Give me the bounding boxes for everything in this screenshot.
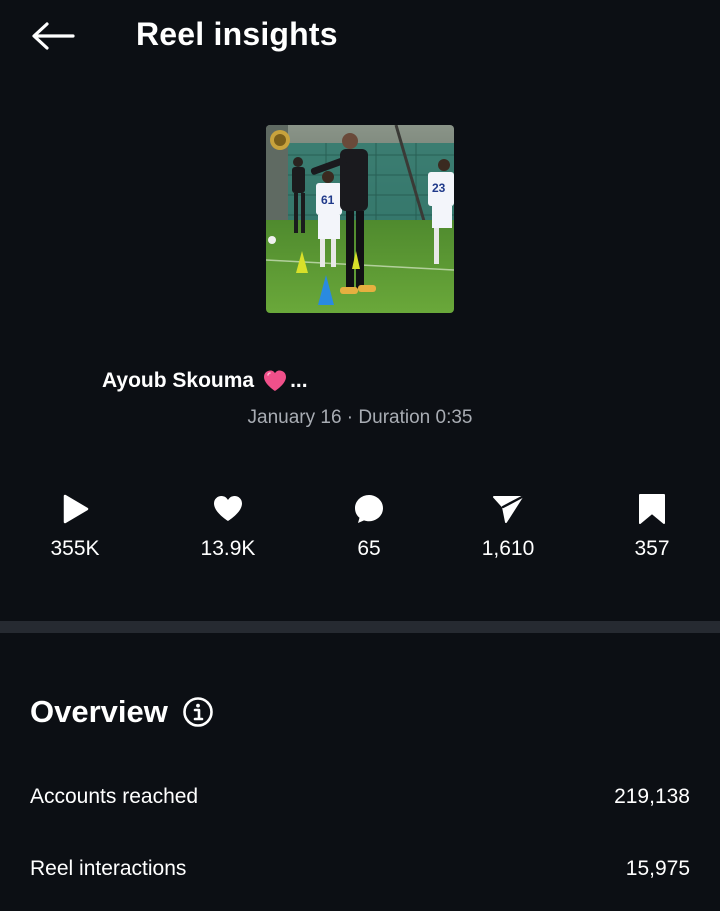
reel-date-duration: January 16 · Duration 0:35 xyxy=(0,405,720,431)
reel-thumbnail-image: 61 23 xyxy=(266,125,454,313)
svg-text:61: 61 xyxy=(321,193,335,207)
metric-likes[interactable]: 13.9K xyxy=(168,488,288,578)
stat-value: 219,138 xyxy=(614,785,690,808)
stat-label: Reel interactions xyxy=(30,857,187,880)
top-bar: Reel insights xyxy=(0,0,720,72)
pink-heart-icon xyxy=(262,369,288,393)
page-title: Reel insights xyxy=(136,16,338,52)
share-icon xyxy=(493,495,524,523)
play-icon xyxy=(63,494,89,524)
stat-value: 15,975 xyxy=(625,857,690,880)
metric-shares-value: 1,610 xyxy=(481,537,535,560)
overview-heading: Overview xyxy=(30,694,168,729)
svg-text:23: 23 xyxy=(432,181,446,195)
bookmark-icon xyxy=(639,494,665,524)
reel-meta-text: January 16 · Duration 0:35 xyxy=(247,407,473,428)
metric-comments-value: 65 xyxy=(357,537,381,560)
overview-info-button[interactable] xyxy=(182,696,214,728)
metric-saves-value: 357 xyxy=(634,537,670,560)
stat-row-accounts-reached[interactable]: Accounts reached 219,138 xyxy=(0,775,720,819)
engagement-metrics: 355K 13.9K 65 1,610 357 xyxy=(0,488,720,578)
metric-saves[interactable]: 357 xyxy=(592,488,712,578)
info-icon xyxy=(183,697,213,727)
author-name: Ayoub Skouma xyxy=(102,369,255,392)
metric-comments[interactable]: 65 xyxy=(309,488,429,578)
heart-icon xyxy=(214,496,242,521)
back-button[interactable] xyxy=(26,14,78,58)
arrow-left-icon xyxy=(32,22,75,50)
stat-label: Accounts reached xyxy=(30,785,199,808)
metric-likes-value: 13.9K xyxy=(200,537,256,560)
reel-thumbnail[interactable]: 61 23 xyxy=(266,125,454,313)
author-ellipsis: ... xyxy=(290,369,308,392)
metric-plays[interactable]: 355K xyxy=(15,488,135,578)
comment-icon xyxy=(355,495,383,523)
section-divider xyxy=(0,621,720,633)
metric-plays-value: 355K xyxy=(50,537,100,560)
metric-shares[interactable]: 1,610 xyxy=(448,488,568,578)
stat-row-reel-interactions[interactable]: Reel interactions 15,975 xyxy=(0,847,720,891)
reel-author[interactable]: Ayoub Skouma ... xyxy=(102,366,308,396)
